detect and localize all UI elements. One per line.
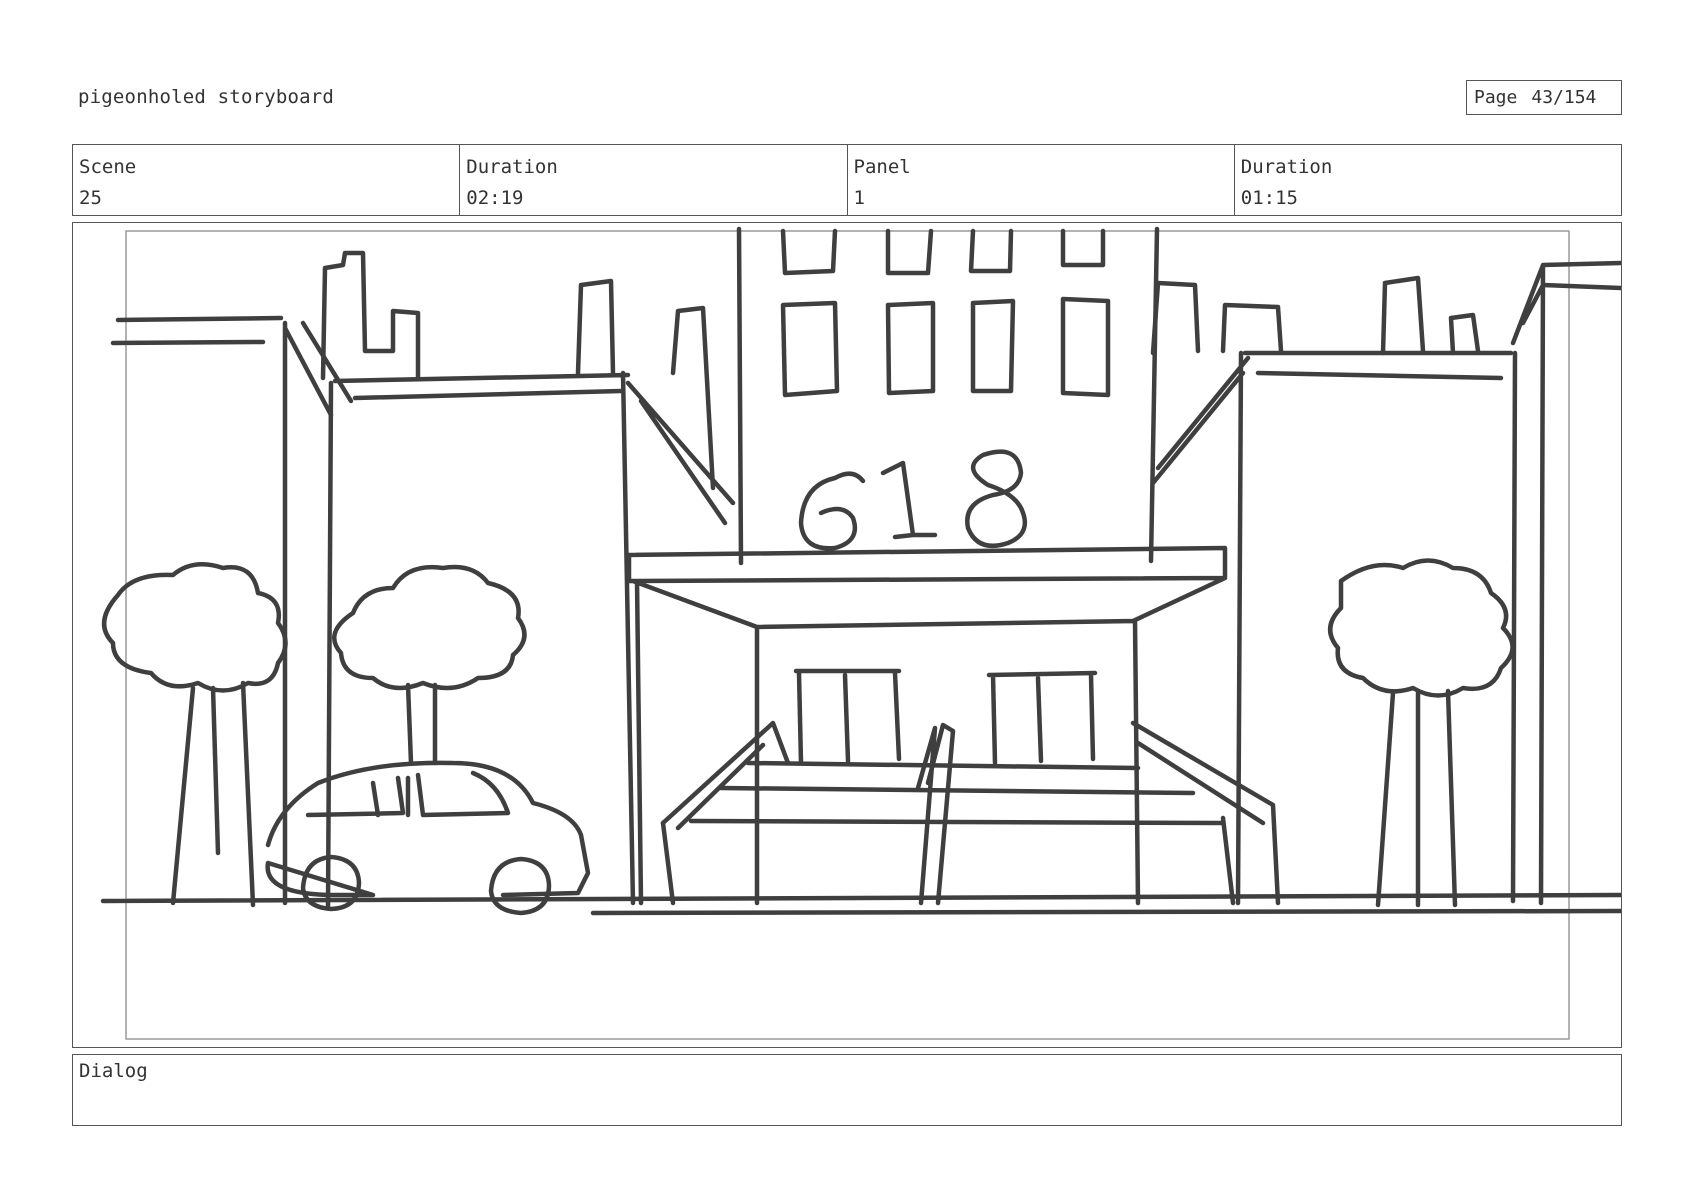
tree-left [102,562,288,908]
storyboard-panel [72,222,1622,1048]
tree-mid [332,564,527,766]
tower-windows [780,228,1111,398]
page-number: 43/154 [1531,87,1597,108]
sign-8 [965,449,1028,549]
dialog-label: Dialog [79,1060,148,1082]
panel-sketch [100,226,1621,1040]
scene-value: 25 [79,187,102,209]
sign-1 [880,460,938,540]
scene-label: Scene [79,156,137,178]
entrance-doors [793,668,1098,766]
scene-duration-value: 02:19 [466,187,524,209]
panel-duration-cell: Duration 01:15 [1235,145,1621,215]
scene-duration-cell: Duration 02:19 [460,145,848,215]
right-mid-chimneys [1150,275,1481,356]
right-back-building [1510,260,1621,906]
curb-line [590,908,1621,916]
car-wheel-back [488,856,552,916]
storyboard-title: pigeonholed storyboard [78,86,335,108]
scene-duration-label: Duration [466,156,558,178]
panel-label: Panel [853,156,911,178]
panel-duration-value: 01:15 [1240,187,1298,209]
scene-cell: Scene 25 [73,145,461,215]
tree-right [1328,558,1515,908]
left-mid-chimneys [320,250,716,491]
panel-cell: Panel 1 [848,145,1235,215]
panel-duration-label: Duration [1240,156,1333,178]
left-mid-building [325,370,736,911]
panel-info-table: Scene 25 Duration 02:19 Panel 1 Duration… [72,144,1622,216]
panel-value: 1 [853,187,865,209]
page-label: Page [1474,87,1518,108]
sign-6 [798,471,866,551]
page-indicator: Page 43/154 [1466,80,1622,115]
right-mid-building [1150,350,1518,906]
dialog-box: Dialog [72,1054,1622,1126]
sketch-lines [100,226,1621,1040]
car-body [265,760,591,898]
